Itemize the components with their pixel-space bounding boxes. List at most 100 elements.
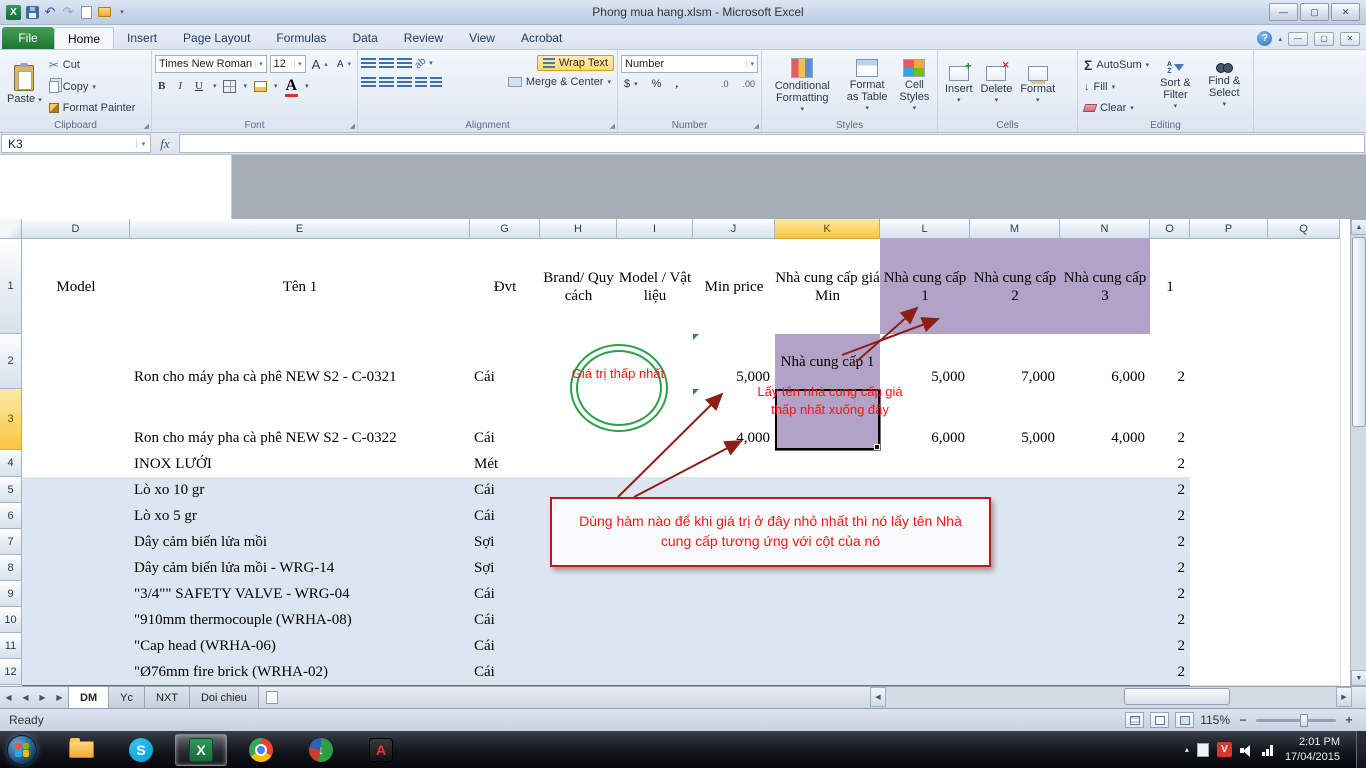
cell-H11[interactable] <box>540 633 618 660</box>
row-header-9[interactable]: 9 <box>0 581 22 607</box>
cell-E7[interactable]: Dây cảm biến lửa mồi <box>130 529 471 556</box>
merge-center-button[interactable]: Merge & Center ▾ <box>505 75 614 89</box>
cell-G4[interactable]: Mét <box>470 450 541 478</box>
clear-button[interactable]: Clear ▾ <box>1081 101 1152 115</box>
col-header-L[interactable]: L <box>880 219 970 239</box>
col-header-K[interactable]: K <box>775 219 880 239</box>
ribbon-tab-data[interactable]: Data <box>339 27 390 49</box>
network-icon[interactable] <box>1262 744 1273 756</box>
cell-M4[interactable] <box>970 450 1061 478</box>
qat-customize-button[interactable]: ▾ <box>115 4 129 20</box>
horizontal-scrollbar[interactable]: ◀ ▶ <box>870 687 1352 707</box>
row-header-5[interactable]: 5 <box>0 477 22 503</box>
col-header-J[interactable]: J <box>693 219 775 239</box>
cell-E1[interactable]: Tên 1 <box>130 239 471 335</box>
cell-P9[interactable] <box>1190 581 1269 608</box>
taskbar-skype-button[interactable]: S <box>115 734 167 766</box>
cell-G7[interactable]: Sợi <box>470 529 541 556</box>
scroll-down-button[interactable]: ▼ <box>1351 670 1366 686</box>
format-cells-button[interactable]: Format ▾ <box>1016 53 1059 118</box>
cell-J12[interactable] <box>693 659 776 686</box>
cell-K5[interactable] <box>775 477 881 504</box>
row-header-4[interactable]: 4 <box>0 450 22 477</box>
cell-J10[interactable] <box>693 607 776 634</box>
ribbon-tab-review[interactable]: Review <box>391 27 456 49</box>
col-header-E[interactable]: E <box>130 219 470 239</box>
cell-D11[interactable] <box>22 633 131 660</box>
cell-G3[interactable]: Cái <box>470 389 541 451</box>
cell-J5[interactable] <box>693 477 776 504</box>
cell-K12[interactable] <box>775 659 881 686</box>
cell-L6[interactable] <box>880 503 971 530</box>
cell-O3[interactable]: 2 <box>1150 389 1191 451</box>
cell-D4[interactable] <box>22 450 131 478</box>
zoom-level[interactable]: 115% <box>1200 713 1230 727</box>
ribbon-tab-insert[interactable]: Insert <box>114 27 170 49</box>
wrap-text-button[interactable]: Wrap Text <box>537 55 614 71</box>
cell-O7[interactable]: 2 <box>1150 529 1191 556</box>
cell-D12[interactable] <box>22 659 131 686</box>
cell-Q8[interactable] <box>1268 555 1341 582</box>
cell-J3[interactable]: 4,000 <box>693 389 776 451</box>
ribbon-tab-page-layout[interactable]: Page Layout <box>170 27 263 49</box>
fill-caret-icon[interactable]: ▾ <box>274 82 278 90</box>
cell-P1[interactable] <box>1190 239 1269 335</box>
accounting-format-button[interactable]: $▾ <box>621 77 641 91</box>
cut-button[interactable]: ✂ Cut <box>46 57 139 73</box>
cell-N1[interactable]: Nhà cung cấp 3 <box>1060 239 1151 335</box>
underline-button[interactable]: U <box>192 79 206 93</box>
cell-O8[interactable]: 2 <box>1150 555 1191 582</box>
last-sheet-button[interactable]: ▶ <box>51 687 68 708</box>
volume-icon[interactable] <box>1240 744 1254 756</box>
align-center-icon[interactable] <box>379 77 394 88</box>
sheet-tab-dm[interactable]: DM <box>68 687 109 708</box>
collapse-ribbon-icon[interactable]: ▴ <box>1278 35 1282 43</box>
cell-E10[interactable]: "910mm thermocouple (WRHA-08) <box>130 607 471 634</box>
cell-Q4[interactable] <box>1268 450 1341 478</box>
orientation-caret-icon[interactable]: ▾ <box>429 59 433 67</box>
minimize-button[interactable]: — <box>1269 3 1298 21</box>
cell-I8[interactable] <box>617 555 694 582</box>
cell-Q11[interactable] <box>1268 633 1341 660</box>
font-color-icon[interactable]: A <box>285 77 299 95</box>
cell-I6[interactable] <box>617 503 694 530</box>
cell-D2[interactable] <box>22 334 131 390</box>
cell-I1[interactable]: Model / Vật liệu <box>617 239 694 335</box>
grow-font-button[interactable]: A▴ <box>309 56 331 73</box>
new-document-button[interactable] <box>79 4 93 20</box>
cell-O5[interactable]: 2 <box>1150 477 1191 504</box>
taskbar-chrome-button[interactable] <box>235 734 287 766</box>
cell-G8[interactable]: Sợi <box>470 555 541 582</box>
cell-K8[interactable] <box>775 555 881 582</box>
orientation-icon[interactable]: ab <box>413 55 429 71</box>
cell-G11[interactable]: Cái <box>470 633 541 660</box>
cell-G10[interactable]: Cái <box>470 607 541 634</box>
ribbon-tab-file[interactable]: File <box>2 27 54 49</box>
taskbar-idm-button[interactable]: ↓ <box>295 734 347 766</box>
cell-Q9[interactable] <box>1268 581 1341 608</box>
cell-H9[interactable] <box>540 581 618 608</box>
cell-P7[interactable] <box>1190 529 1269 556</box>
cell-N11[interactable] <box>1060 633 1151 660</box>
cell-N5[interactable] <box>1060 477 1151 504</box>
cell-L10[interactable] <box>880 607 971 634</box>
cell-L2[interactable]: 5,000 <box>880 334 971 390</box>
cell-N2[interactable]: 6,000 <box>1060 334 1151 390</box>
font-dialog-launcher[interactable] <box>350 122 355 130</box>
cell-styles-button[interactable]: Cell Styles ▾ <box>895 53 934 118</box>
insert-function-button[interactable]: fx <box>151 133 179 154</box>
cell-J8[interactable] <box>693 555 776 582</box>
cell-K11[interactable] <box>775 633 881 660</box>
sort-filter-button[interactable]: AZ Sort & Filter ▾ <box>1152 53 1198 118</box>
cell-G2[interactable]: Cái <box>470 334 541 390</box>
redo-button[interactable]: ↷ <box>61 4 75 20</box>
zoom-in-button[interactable]: + <box>1342 713 1356 727</box>
cell-O9[interactable]: 2 <box>1150 581 1191 608</box>
cell-I4[interactable] <box>617 450 694 478</box>
cell-O6[interactable]: 2 <box>1150 503 1191 530</box>
cell-M1[interactable]: Nhà cung cấp 2 <box>970 239 1061 335</box>
cell-M10[interactable] <box>970 607 1061 634</box>
align-middle-icon[interactable] <box>379 58 394 69</box>
cell-H1[interactable]: Brand/ Quy cách <box>540 239 618 335</box>
fill-button[interactable]: ↓ Fill ▾ <box>1081 80 1152 94</box>
